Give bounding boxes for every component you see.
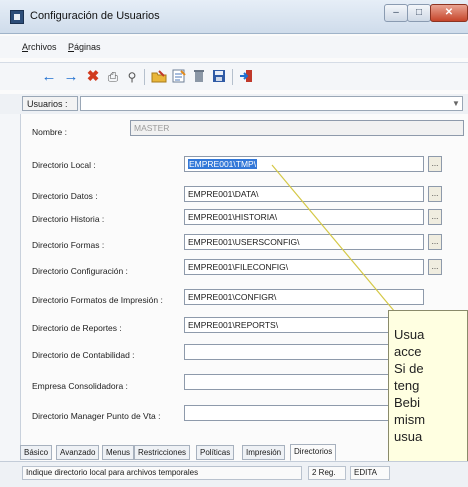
toolbar-separator [144,69,145,85]
title-bar: Configuración de Usuarios – □ ✕ [0,0,468,34]
dir-historia-label: Directorio Historia : [32,214,105,224]
edit-folder-icon[interactable] [150,68,168,86]
window-title: Configuración de Usuarios [30,10,160,22]
nombre-label: Nombre : [32,127,67,137]
dir-formatos-input[interactable]: EMPRE001\CONFIGR\ [184,289,424,305]
tab-basico[interactable]: Básico [20,445,53,460]
save-disk-icon[interactable] [210,68,228,86]
forward-arrow-icon[interactable]: → [62,68,80,86]
trash-icon[interactable] [190,68,208,86]
dir-local-label: Directorio Local : [32,160,96,170]
dir-datos-browse-button[interactable]: ... [428,186,442,202]
dir-reportes-label: Directorio de Reportes : [32,323,122,333]
menu-paginas[interactable]: Páginas [68,42,101,52]
tab-avanzado[interactable]: Avanzado [56,445,100,460]
status-record-count: 2 Reg. [308,466,346,480]
users-combobox[interactable]: ▼ [80,96,463,111]
dir-contabilidad-label: Directorio de Contabilidad : [32,350,135,360]
dir-config-browse-button[interactable]: ... [428,259,442,275]
close-button[interactable]: ✕ [430,4,468,22]
dir-formas-label: Directorio Formas : [32,240,105,250]
tooltip-line: mism [394,412,426,427]
status-bar: Indique directorio local para archivos t… [0,461,468,487]
app-icon [10,10,24,24]
print-icon[interactable]: ⎙ [104,68,122,86]
dir-datos-label: Directorio Datos : [32,191,98,201]
status-message: Indique directorio local para archivos t… [22,466,302,480]
toolbar: ← → ✖ ⎙ ⚲ [0,62,468,90]
dir-historia-browse-button[interactable]: ... [428,209,442,225]
tab-menus[interactable]: Menus [102,445,135,460]
left-strip [0,114,20,461]
tab-strip: Básico Avanzado Menus Restricciones Polí… [20,444,400,461]
dir-local-browse-button[interactable]: ... [428,156,442,172]
tooltip-line: Usua [394,327,425,342]
dir-local-value: EMPRE001\TMP\ [188,159,258,169]
dir-formas-input[interactable]: EMPRE001\USERSCONFIG\ [184,234,424,250]
tooltip-line: teng [394,378,420,393]
tooltip-line: usua [394,429,423,444]
search-icon[interactable]: ⚲ [123,68,141,86]
tab-impresion[interactable]: Impresión [242,445,286,460]
tab-politicas[interactable]: Políticas [196,445,235,460]
menu-bar: Archivos Páginas [0,36,468,58]
dir-config-label: Directorio Configuración : [32,266,128,276]
tab-directorios[interactable]: Directorios [290,444,337,461]
menu-archivos[interactable]: Archivos [22,42,57,52]
back-arrow-icon[interactable]: ← [40,68,58,86]
minimize-button[interactable]: – [384,4,408,22]
users-label: Usuarios : [22,96,78,111]
dir-config-input[interactable]: EMPRE001\FILECONFIG\ [184,259,424,275]
dir-datos-input[interactable]: EMPRE001\DATA\ [184,186,424,202]
edit-document-icon[interactable] [170,68,188,86]
tooltip-line: Bebi [394,395,421,410]
empresa-consolidadora-label: Empresa Consolidadora : [32,381,128,391]
dir-local-input[interactable]: EMPRE001\TMP\ [184,156,424,172]
tooltip-line: acce [394,344,422,359]
maximize-button[interactable]: □ [407,4,431,22]
delete-x-icon[interactable]: ✖ [84,68,102,86]
exit-icon[interactable] [238,68,256,86]
help-tooltip: Usua acce Si de teng Bebi mism usua [388,310,468,468]
dir-historia-input[interactable]: EMPRE001\HISTORIA\ [184,209,424,225]
dir-formatos-label: Directorio Formatos de Impresión : [32,295,163,305]
dir-formas-browse-button[interactable]: ... [428,234,442,250]
nombre-field: MASTER [130,120,464,136]
toolbar-separator [232,69,233,85]
tooltip-line: Si de [394,361,424,376]
chevron-down-icon[interactable]: ▼ [450,97,462,110]
user-selector-row: Usuarios : ▼ [0,94,468,114]
tab-restricciones[interactable]: Restricciones [134,445,191,460]
dir-manager-label: Directorio Manager Punto de Vta : [32,411,161,421]
status-mode: EDITA [350,466,390,480]
